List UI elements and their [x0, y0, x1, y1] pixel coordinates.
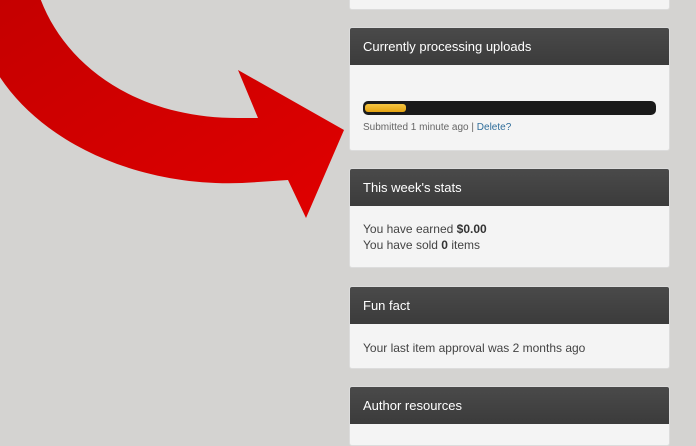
upload-progress-bar — [363, 101, 656, 115]
sold-line: You have sold 0 items — [363, 237, 656, 253]
fun-fact-text: Your last item approval was 2 months ago — [363, 341, 586, 355]
sold-value: 0 — [441, 238, 448, 252]
earned-line: You have earned $0.00 — [363, 221, 656, 237]
author-resources-panel: Author resources — [349, 386, 670, 446]
submitted-text: Submitted 1 minute ago — [363, 122, 469, 133]
sold-label: You have sold — [363, 238, 438, 252]
separator: | — [471, 122, 475, 133]
stats-panel-title: This week's stats — [350, 169, 669, 206]
upload-progress-fill — [365, 104, 407, 112]
fun-fact-panel-title: Fun fact — [350, 287, 669, 324]
delete-link[interactable]: Delete? — [477, 122, 511, 133]
top-panel — [349, 0, 670, 10]
upload-status: Submitted 1 minute ago | Delete? — [363, 122, 656, 133]
processing-panel: Currently processing uploads Submitted 1… — [349, 27, 670, 151]
author-resources-title: Author resources — [350, 387, 669, 424]
processing-panel-title: Currently processing uploads — [350, 28, 669, 65]
fun-fact-panel: Fun fact Your last item approval was 2 m… — [349, 286, 670, 369]
sold-suffix: items — [451, 238, 480, 252]
earned-value: $0.00 — [456, 222, 487, 236]
arrow-body — [0, 0, 344, 218]
earned-label: You have earned — [363, 222, 454, 236]
red-arrow-icon — [0, 0, 344, 218]
stats-panel: This week's stats You have earned $0.00 … — [349, 168, 670, 268]
